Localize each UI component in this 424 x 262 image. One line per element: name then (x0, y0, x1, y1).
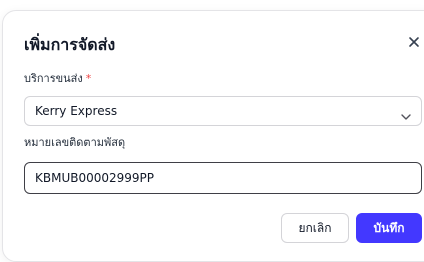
tracking-label: หมายเลขติดตามพัสดุ (24, 136, 126, 149)
close-icon[interactable] (407, 35, 421, 49)
shipping-service-value: Kerry Express (35, 104, 118, 118)
service-label-text: บริการขนส่ง (24, 72, 83, 85)
shipping-service-select[interactable]: Kerry Express (24, 96, 422, 126)
add-shipment-dialog: เพิ่มการจัดส่ง บริการขนส่ง * Kerry Expres… (2, 10, 424, 262)
save-button[interactable]: บันทึก (356, 213, 422, 243)
cancel-button[interactable]: ยกเลิก (281, 213, 349, 243)
tracking-number-input[interactable] (24, 162, 422, 194)
required-marker: * (85, 72, 92, 85)
service-label: บริการขนส่ง * (24, 72, 91, 86)
dialog-title: เพิ่มการจัดส่ง (24, 35, 116, 54)
chevron-down-icon (400, 107, 412, 120)
